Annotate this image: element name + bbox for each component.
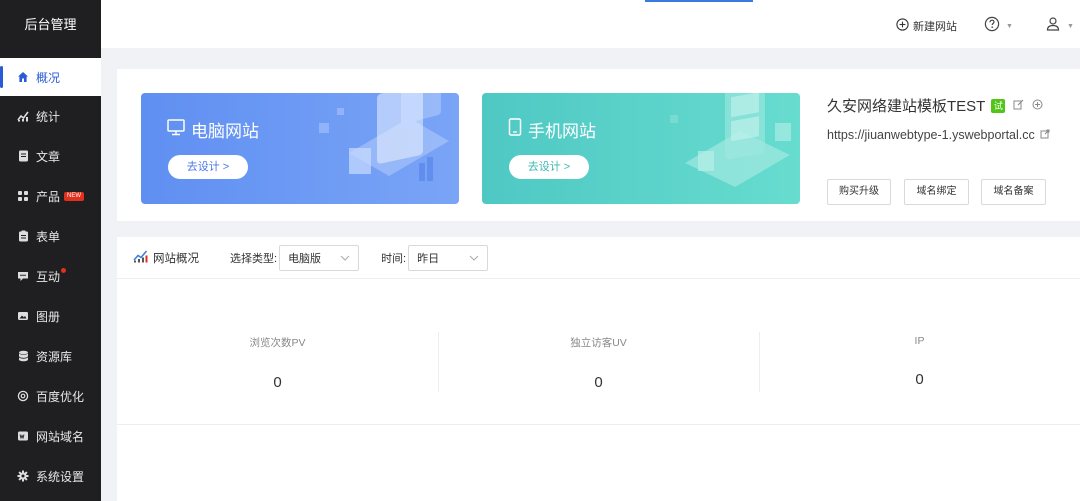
mobile-card-title-text: 手机网站 <box>528 122 596 141</box>
plus-circle-icon <box>896 18 909 34</box>
sidebar-item-seo[interactable]: 百度优化 <box>0 376 101 416</box>
pc-card-title: 电脑网站 <box>167 117 259 142</box>
external-link-icon[interactable] <box>1040 129 1050 142</box>
phone-icon <box>508 118 522 141</box>
mobile-design-button[interactable]: 去设计 > <box>509 155 589 179</box>
stat-label: 浏览次数PV <box>249 337 306 349</box>
domain-icon <box>16 429 30 443</box>
chevron-down-icon <box>340 252 350 264</box>
trial-badge: 试 <box>991 98 1006 113</box>
database-icon <box>16 349 30 363</box>
chevron-down-icon: ▼ <box>1006 23 1013 30</box>
sidebar-item-label: 互动 <box>36 269 61 284</box>
sidebar-item-settings[interactable]: 系统设置 <box>0 456 101 496</box>
site-url[interactable]: https://jiuanwebtype-1.yswebportal.cc <box>827 128 1050 142</box>
sidebar-item-products[interactable]: 产品 NEW <box>0 176 101 216</box>
type-select-value: 电脑版 <box>288 252 322 265</box>
sidebar-item-resources[interactable]: 资源库 <box>0 336 101 376</box>
new-badge: NEW <box>64 191 85 201</box>
form-icon <box>16 229 30 243</box>
album-icon <box>16 309 30 323</box>
monitor-icon <box>167 118 185 141</box>
stat-value: 0 <box>273 374 282 391</box>
bind-domain-button[interactable]: 域名绑定 <box>904 179 969 205</box>
add-circle-icon[interactable] <box>1032 99 1043 113</box>
document-icon <box>16 149 30 163</box>
sidebar-item-label: 文章 <box>36 149 61 164</box>
header-accent-bar <box>645 0 753 2</box>
site-name: 久安网络建站模板TEST 试 <box>827 95 1043 116</box>
help-icon <box>984 16 1000 37</box>
site-panel: 电脑网站 去设计 > 手机网站 去设计 > 久安网络建站模板TEST 试 htt… <box>117 69 1080 221</box>
type-label: 选择类型: <box>230 252 278 265</box>
sidebar-item-label: 统计 <box>36 109 61 124</box>
sidebar-title: 后台管理 <box>0 0 101 56</box>
sidebar: 后台管理 概况 统计 文章 产品 NEW 表单 互动 图册 资源库 百度优化 网… <box>0 0 101 501</box>
site-name-text: 久安网络建站模板TEST <box>827 98 986 115</box>
new-site-label: 新建网站 <box>913 21 957 33</box>
stats-row: 浏览次数PV 0 独立访客UV 0 IP 0 <box>117 332 1080 392</box>
pc-illustration <box>319 93 449 181</box>
pc-card-title-text: 电脑网站 <box>191 122 259 141</box>
sidebar-item-label: 系统设置 <box>36 469 85 484</box>
pc-design-button[interactable]: 去设计 > <box>168 155 248 179</box>
mobile-illustration <box>670 93 791 187</box>
time-label: 时间: <box>381 252 407 265</box>
sidebar-item-label: 网站域名 <box>36 429 85 444</box>
divider <box>117 424 1080 425</box>
mobile-site-card[interactable]: 手机网站 去设计 > <box>482 93 800 204</box>
sidebar-item-overview[interactable]: 概况 <box>0 58 101 96</box>
user-menu[interactable]: ▼ <box>1045 16 1074 37</box>
stat-label: IP <box>914 335 925 347</box>
pc-site-card[interactable]: 电脑网站 去设计 > <box>141 93 459 204</box>
sidebar-item-articles[interactable]: 文章 <box>0 136 101 176</box>
stat-uv: 独立访客UV 0 <box>438 332 759 392</box>
sidebar-item-domain[interactable]: 网站域名 <box>0 416 101 456</box>
overview-title: 网站概况 <box>133 249 199 266</box>
chevron-down-icon <box>469 252 479 264</box>
new-site-button[interactable]: 新建网站 <box>896 18 957 34</box>
overview-title-text: 网站概况 <box>153 252 199 265</box>
sidebar-item-label: 图册 <box>36 309 61 324</box>
sidebar-item-label: 百度优化 <box>36 389 85 404</box>
stat-ip: IP 0 <box>759 332 1080 392</box>
notification-dot <box>61 268 66 273</box>
sidebar-item-forms[interactable]: 表单 <box>0 216 101 256</box>
home-icon <box>16 70 30 84</box>
overview-header: 网站概况 选择类型: 电脑版 时间: 昨日 <box>117 237 1080 279</box>
overview-panel: 网站概况 选择类型: 电脑版 时间: 昨日 浏览次数PV 0 独立访客UV 0 … <box>117 237 1080 501</box>
stat-label: 独立访客UV <box>570 337 627 349</box>
domain-filing-button[interactable]: 域名备案 <box>981 179 1046 205</box>
gear-icon <box>16 469 30 483</box>
stat-pv: 浏览次数PV 0 <box>117 332 438 392</box>
chart-icon <box>16 109 30 123</box>
user-icon <box>1045 16 1061 37</box>
grid-icon <box>16 189 30 203</box>
chevron-down-icon: ▼ <box>1067 23 1074 30</box>
sidebar-item-label: 表单 <box>36 229 61 244</box>
time-select-value: 昨日 <box>417 252 440 265</box>
chat-icon <box>16 269 30 283</box>
sidebar-item-statistics[interactable]: 统计 <box>0 96 101 136</box>
site-url-text[interactable]: https://jiuanwebtype-1.yswebportal.cc <box>827 128 1035 142</box>
time-select[interactable]: 昨日 <box>408 244 489 271</box>
sidebar-item-interaction[interactable]: 互动 <box>0 256 101 296</box>
stat-value: 0 <box>594 374 603 391</box>
help-menu[interactable]: ▼ <box>984 16 1013 37</box>
sidebar-item-album[interactable]: 图册 <box>0 296 101 336</box>
stat-value: 0 <box>915 371 924 388</box>
upgrade-button[interactable]: 购买升级 <box>827 179 891 205</box>
sidebar-item-label: 概况 <box>36 70 61 85</box>
sidebar-item-label: 资源库 <box>36 349 73 364</box>
edit-icon[interactable] <box>1013 99 1024 113</box>
seo-icon <box>16 389 30 403</box>
type-select[interactable]: 电脑版 <box>279 244 360 271</box>
sidebar-item-label: 产品 <box>36 189 61 204</box>
mobile-card-title: 手机网站 <box>508 117 596 142</box>
trend-chart-icon <box>133 249 148 266</box>
